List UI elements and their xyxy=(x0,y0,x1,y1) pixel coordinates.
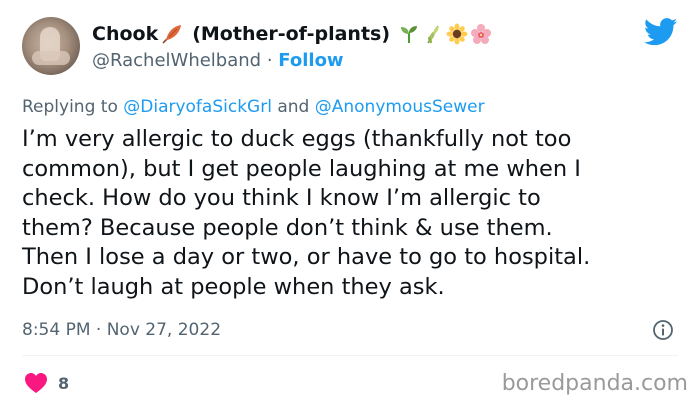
tweet-time[interactable]: 8:54 PM xyxy=(22,320,91,340)
plant-emojis xyxy=(398,23,492,45)
tweet-date[interactable]: Nov 27, 2022 xyxy=(107,320,221,340)
reply-mention-1[interactable]: @DiaryofaSickGrl xyxy=(123,97,272,117)
tweet-line: common), but I get people laughing at me… xyxy=(22,155,581,182)
author-handle[interactable]: @RachelWhelband xyxy=(92,50,261,71)
tweet-line: I’m very allergic to duck eggs (thankful… xyxy=(22,126,572,152)
blossom-icon xyxy=(470,23,492,45)
author-display-suffix[interactable]: (Mother-of-plants) xyxy=(192,22,390,46)
tweet-timestamp[interactable]: 8:54 PM · Nov 27, 2022 xyxy=(22,319,221,341)
watermark: boredpanda.com xyxy=(501,371,688,396)
heart-icon[interactable] xyxy=(24,372,48,394)
info-icon[interactable] xyxy=(652,319,674,341)
timestamp-separator: · xyxy=(95,320,102,340)
reply-conjunction: and xyxy=(277,97,310,117)
tweet-line: Then I lose a day or two, or have to go … xyxy=(22,244,591,270)
avatar-figure-base xyxy=(32,51,70,65)
reply-mention-2[interactable]: @AnonymousSewer xyxy=(315,97,485,117)
tweet-line: check. How do you think I know I’m aller… xyxy=(22,185,541,211)
feather-icon xyxy=(160,23,184,45)
avatar[interactable] xyxy=(22,17,80,75)
divider xyxy=(22,355,678,356)
herb-icon xyxy=(422,23,444,45)
author-handle-row: @RachelWhelband · Follow xyxy=(92,49,344,73)
follow-button[interactable]: Follow xyxy=(278,50,343,71)
tweet-card: Chook (Mother-of-plants) @RachelWhelband… xyxy=(0,0,700,410)
sunflower-icon xyxy=(446,23,468,45)
twitter-bird-icon[interactable] xyxy=(643,18,678,46)
author-display-name[interactable]: Chook xyxy=(92,22,158,46)
seedling-icon xyxy=(398,23,420,45)
tweet-line: Don’t laugh at people when they ask. xyxy=(22,273,445,300)
author-name-row[interactable]: Chook (Mother-of-plants) xyxy=(92,22,492,46)
tweet-text: I’m very allergic to duck eggs (thankful… xyxy=(22,125,682,302)
reply-prefix: Replying to xyxy=(22,97,118,117)
like-action[interactable]: 8 xyxy=(24,372,69,394)
reply-context: Replying to @DiaryofaSickGrl and @Anonym… xyxy=(22,96,485,118)
handle-separator: · xyxy=(266,50,273,71)
like-count: 8 xyxy=(58,373,70,393)
tweet-line: them? Because people don’t think & use t… xyxy=(22,214,553,241)
